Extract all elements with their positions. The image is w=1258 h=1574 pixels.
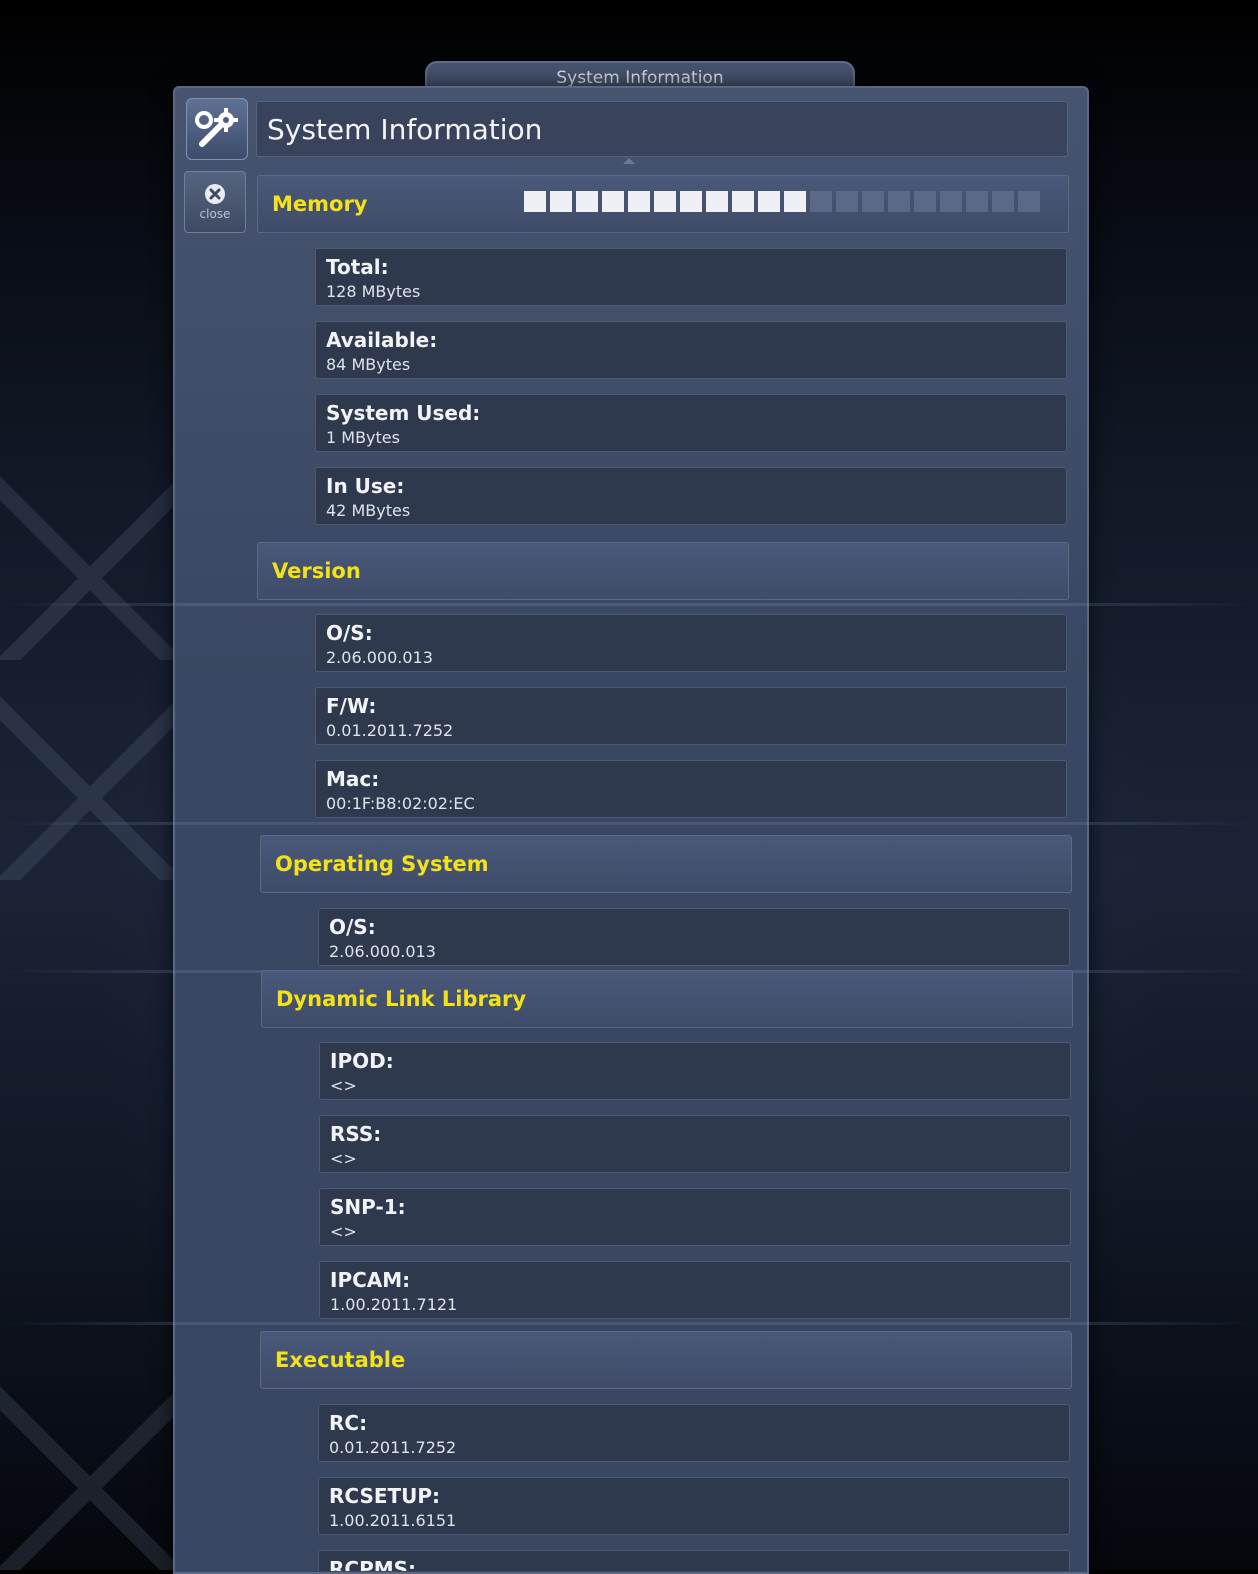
row-value: <> <box>330 1149 357 1168</box>
row-key: O/S: <box>326 621 373 645</box>
row-key: IPCAM: <box>330 1268 411 1292</box>
section-version[interactable]: Version <box>257 542 1069 600</box>
row-key: In Use: <box>326 474 405 498</box>
section-executable-label: Executable <box>275 1348 406 1372</box>
row-value: 84 MBytes <box>326 355 411 374</box>
window-title: System Information <box>556 68 724 88</box>
exec-row-rcpms: RCPMS: <box>318 1550 1070 1571</box>
row-key: Available: <box>326 328 438 352</box>
row-value: <> <box>330 1076 357 1095</box>
memory-meter-segment <box>576 191 598 212</box>
memory-meter-segment <box>1018 191 1040 212</box>
memory-meter-segment <box>836 191 858 212</box>
dll-row-ipod: IPOD: <> <box>319 1042 1071 1100</box>
exec-row-rcsetup: RCSETUP: 1.00.2011.6151 <box>318 1477 1070 1535</box>
memory-meter-segment <box>550 191 572 212</box>
row-key: Mac: <box>326 767 380 791</box>
scroll-up-arrow-icon[interactable] <box>623 158 635 164</box>
section-version-label: Version <box>272 559 361 583</box>
memory-usage-meter <box>524 191 1040 212</box>
row-key: F/W: <box>326 694 377 718</box>
os-row-os: O/S: 2.06.000.013 <box>318 908 1070 966</box>
screen-band <box>0 603 1258 606</box>
memory-meter-segment <box>758 191 780 212</box>
dll-row-snp-1: SNP-1: <> <box>319 1188 1071 1246</box>
background-pattern <box>0 1350 180 1570</box>
memory-meter-segment <box>940 191 962 212</box>
page-title: System Information <box>267 112 543 146</box>
section-operating-system-label: Operating System <box>275 852 489 876</box>
memory-row-system-used: System Used: 1 MBytes <box>315 394 1067 452</box>
row-value: 00:1F:B8:02:02:EC <box>326 794 475 813</box>
memory-meter-segment <box>628 191 650 212</box>
background-pattern <box>0 660 180 880</box>
row-value: 1 MBytes <box>326 428 400 447</box>
screen-band <box>0 822 1258 825</box>
screen-band <box>0 1322 1258 1325</box>
row-key: IPOD: <box>330 1049 394 1073</box>
section-operating-system[interactable]: Operating System <box>260 835 1072 893</box>
row-key: RCPMS: <box>329 1557 417 1571</box>
section-dynamic-link-library[interactable]: Dynamic Link Library <box>261 970 1073 1028</box>
memory-meter-segment <box>862 191 884 212</box>
memory-meter-segment <box>524 191 546 212</box>
row-key: SNP-1: <box>330 1195 406 1219</box>
row-value: 0.01.2011.7252 <box>326 721 454 740</box>
row-value: 0.01.2011.7252 <box>329 1438 457 1457</box>
memory-meter-segment <box>888 191 910 212</box>
memory-meter-segment <box>784 191 806 212</box>
row-value: <> <box>330 1222 357 1241</box>
memory-meter-segment <box>914 191 936 212</box>
row-value: 2.06.000.013 <box>326 648 433 667</box>
memory-row-total: Total: 128 MBytes <box>315 248 1067 306</box>
row-value: 1.00.2011.6151 <box>329 1511 457 1530</box>
version-row-os: O/S: 2.06.000.013 <box>315 614 1067 672</box>
memory-meter-segment <box>602 191 624 212</box>
memory-meter-segment <box>810 191 832 212</box>
dll-row-ipcam: IPCAM: 1.00.2011.7121 <box>319 1261 1071 1319</box>
memory-meter-segment <box>966 191 988 212</box>
row-key: RCSETUP: <box>329 1484 441 1508</box>
memory-meter-segment <box>654 191 676 212</box>
memory-meter-segment <box>706 191 728 212</box>
memory-meter-segment <box>992 191 1014 212</box>
row-key: O/S: <box>329 915 376 939</box>
memory-row-available: Available: 84 MBytes <box>315 321 1067 379</box>
row-value: 42 MBytes <box>326 501 411 520</box>
version-row-mac: Mac: 00:1F:B8:02:02:EC <box>315 760 1067 818</box>
wrench-gear-icon <box>195 108 238 147</box>
section-executable[interactable]: Executable <box>260 1331 1072 1389</box>
page-header: System Information <box>256 101 1068 157</box>
version-row-fw: F/W: 0.01.2011.7252 <box>315 687 1067 745</box>
dll-row-rss: RSS: <> <box>319 1115 1071 1173</box>
section-memory-label: Memory <box>272 192 368 216</box>
background-pattern <box>0 440 180 660</box>
close-button[interactable]: close <box>184 171 246 233</box>
row-key: RSS: <box>330 1122 382 1146</box>
row-value: 2.06.000.013 <box>329 942 436 961</box>
row-key: Total: <box>326 255 389 279</box>
row-key: RC: <box>329 1411 368 1435</box>
row-value: 1.00.2011.7121 <box>330 1295 458 1314</box>
settings-app-button[interactable] <box>186 98 248 160</box>
exec-row-rc: RC: 0.01.2011.7252 <box>318 1404 1070 1462</box>
memory-meter-segment <box>732 191 754 212</box>
row-value: 128 MBytes <box>326 282 421 301</box>
memory-meter-segment <box>680 191 702 212</box>
section-dll-label: Dynamic Link Library <box>276 987 527 1011</box>
close-icon <box>205 184 225 204</box>
row-key: System Used: <box>326 401 481 425</box>
close-label: close <box>199 207 231 221</box>
memory-row-in-use: In Use: 42 MBytes <box>315 467 1067 525</box>
